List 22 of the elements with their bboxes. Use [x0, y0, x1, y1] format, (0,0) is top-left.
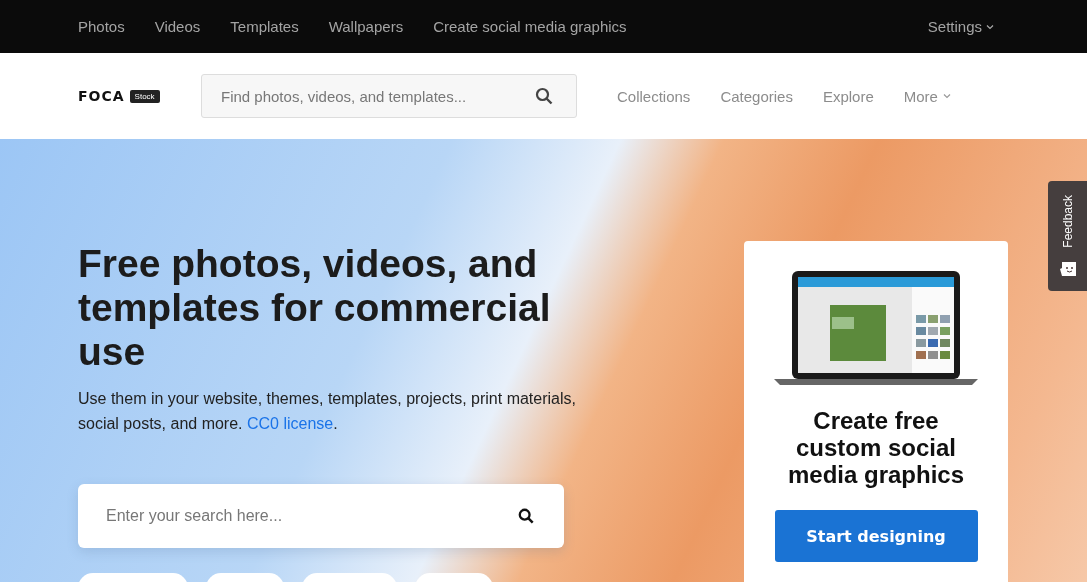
search-field[interactable]: Find photos, videos, and templates... [201, 74, 577, 118]
feedback-tab[interactable]: Feedback [1048, 181, 1087, 291]
caret-icon [942, 93, 951, 99]
search-icon[interactable] [535, 87, 553, 105]
search-field[interactable]: Enter your search here... [78, 484, 564, 548]
settings-menu[interactable]: Settings [927, 18, 994, 35]
caret-icon [986, 23, 994, 30]
nav-link[interactable]: Create social media graphics [433, 18, 627, 35]
nav-link[interactable]: Videos [154, 18, 201, 35]
start-designing-button[interactable]: Start designing [774, 510, 978, 562]
hero-description: Use them in your website, themes, templates, projects, print materials, social posts, and more. CC0 license. [78, 389, 577, 434]
nav-link[interactable]: Wallpapers [328, 18, 404, 35]
search-icon[interactable] [518, 508, 534, 524]
hero-heading: Free photos, videos, and templates for commercial use [78, 242, 552, 374]
smiley-icon [1058, 260, 1077, 277]
feedback-label[interactable]: Feedback [1060, 195, 1075, 248]
logo-text[interactable]: FOCA [78, 88, 125, 104]
promo-heading: Create free custom social media graphics [786, 407, 966, 488]
nav-link[interactable]: Collections [617, 87, 691, 105]
logo-badge: Stock [129, 89, 160, 103]
nav-link[interactable]: Photos [78, 18, 125, 35]
nav-link[interactable]: Templates [230, 18, 299, 35]
